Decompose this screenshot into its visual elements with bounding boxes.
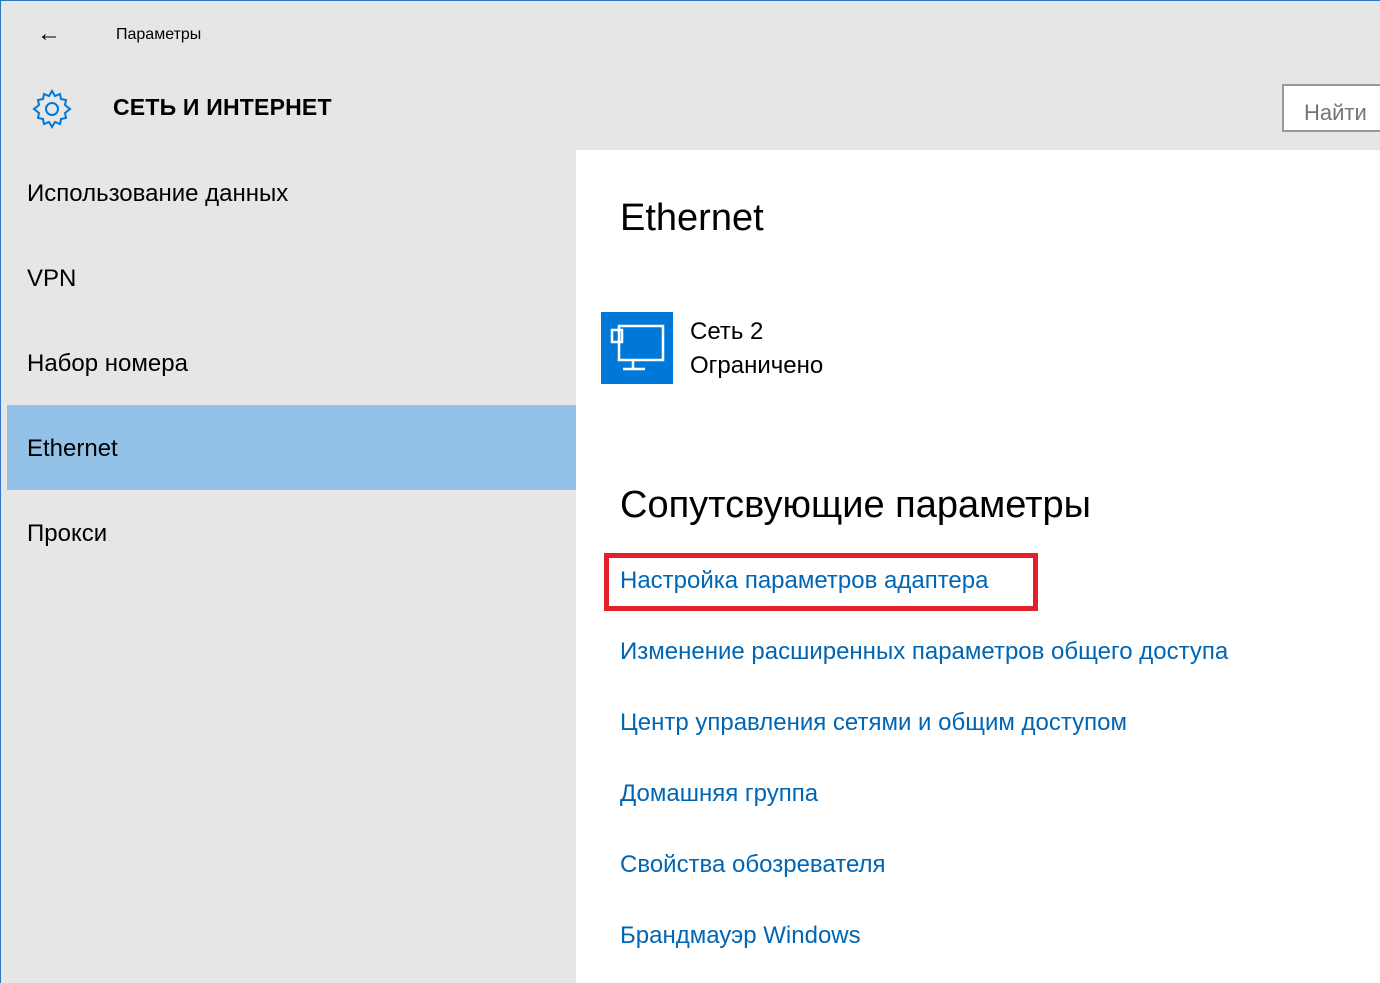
page-title: Ethernet — [620, 197, 764, 239]
link-windows-firewall[interactable]: Брандмауэр Windows — [620, 922, 861, 950]
sidebar-item-label: Прокси — [27, 520, 108, 547]
sidebar-item-label: Использование данных — [27, 180, 289, 207]
title-bar: ← Параметры — [1, 1, 1380, 67]
link-homegroup[interactable]: Домашняя группа — [620, 780, 818, 808]
settings-window: ← Параметры СЕТЬ И ИНТЕРНЕТ Использовани… — [0, 0, 1380, 983]
sidebar-item-proxy[interactable]: Прокси — [7, 490, 576, 575]
sidebar-item-dialup[interactable]: Набор номера — [7, 320, 576, 405]
section-header: СЕТЬ И ИНТЕРНЕТ — [1, 67, 1380, 150]
network-name[interactable]: Сеть 2 — [690, 318, 763, 346]
sidebar-item-vpn[interactable]: VPN — [7, 235, 576, 320]
network-monitor-icon[interactable] — [601, 312, 673, 384]
sidebar-item-ethernet[interactable]: Ethernet — [7, 405, 576, 490]
sidebar-item-data-usage[interactable]: Использование данных — [7, 150, 576, 235]
back-arrow-icon[interactable]: ← — [37, 21, 65, 49]
main-content: Ethernet Сеть 2 Ограничено Сопутсвующие … — [576, 150, 1380, 983]
search-input[interactable] — [1282, 84, 1380, 132]
gear-icon — [32, 89, 72, 129]
link-internet-options[interactable]: Свойства обозревателя — [620, 851, 886, 879]
related-settings-title: Сопутсвующие параметры — [620, 484, 1091, 526]
sidebar-item-label: Набор номера — [27, 350, 188, 377]
sidebar-item-label: VPN — [27, 265, 77, 292]
section-title: СЕТЬ И ИНТЕРНЕТ — [113, 94, 332, 120]
sidebar-item-label: Ethernet — [27, 435, 118, 462]
window-title: Параметры — [116, 26, 202, 43]
network-status: Ограничено — [690, 352, 824, 379]
link-network-center[interactable]: Центр управления сетями и общим доступом — [620, 709, 1127, 737]
link-adapter-settings[interactable]: Настройка параметров адаптера — [620, 567, 988, 595]
link-advanced-sharing[interactable]: Изменение расширенных параметров общего … — [620, 638, 1228, 666]
network-monitor-glyph — [610, 324, 665, 371]
sidebar: Использование данных VPN Набор номера Et… — [1, 150, 576, 983]
